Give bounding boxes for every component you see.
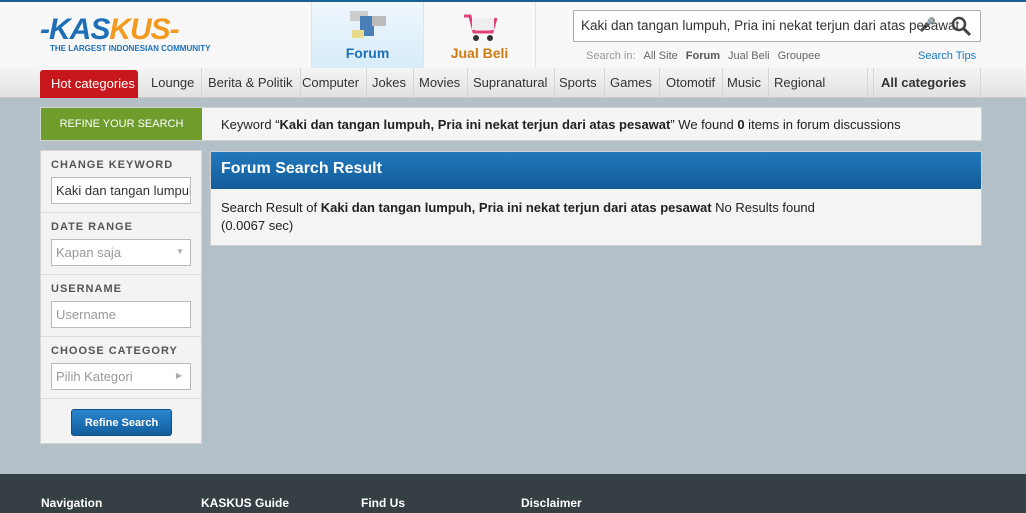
kaskus-logo[interactable]: -KASKUS- THE LARGEST INDONESIAN COMMUNIT… (40, 15, 210, 54)
nav-item[interactable]: Computer (295, 68, 368, 98)
scope-jual-beli[interactable]: Jual Beli (728, 50, 770, 62)
nav-item[interactable]: Movies (412, 68, 469, 98)
header: -KASKUS- THE LARGEST INDONESIAN COMMUNIT… (0, 0, 1026, 70)
nav-item[interactable]: Lounge (144, 68, 203, 98)
microphone-icon[interactable]: 🎤 (919, 17, 936, 33)
nav-item[interactable]: Games (603, 68, 660, 98)
category-nav: Hot categories Lounge Berita & Politik C… (0, 68, 1026, 119)
panel-title: Forum Search Result (211, 152, 981, 189)
tab-jual-beli[interactable]: Jual Beli (423, 2, 535, 70)
scope-groupee[interactable]: Groupee (778, 50, 821, 62)
keyword-summary: Keyword “Kaki dan tangan lumpuh, Pria in… (221, 117, 901, 132)
nav-item[interactable]: Otomotif (659, 68, 724, 98)
forum-icon (349, 11, 386, 38)
username-input[interactable]: Username (51, 301, 191, 328)
refine-sidebar: CHANGE KEYWORD Kaki dan tangan lumpuh DAT… (40, 150, 202, 444)
nav-item[interactable]: Berita & Politik (201, 68, 301, 98)
hot-categories[interactable]: Hot categories (40, 70, 138, 98)
search-tips-link[interactable]: Search Tips (918, 50, 976, 62)
caret-right-icon: ▶ (175, 371, 182, 380)
all-categories-dropdown[interactable]: All categories ▼ (873, 68, 981, 119)
caret-down-icon: ▼ (176, 247, 184, 256)
cart-icon (463, 14, 497, 41)
keyword-input[interactable]: Kaki dan tangan lumpuh (51, 177, 191, 204)
search-input[interactable]: Kaki dan tangan lumpuh, Pria ini nekat t… (573, 10, 981, 42)
date-range-select[interactable]: Kapan saja ▼ (51, 239, 191, 266)
scope-all-site[interactable]: All Site (644, 50, 678, 62)
nav-item[interactable]: Sports (552, 68, 605, 98)
search-scope: Search in: All Site Forum Jual Beli Groupee (586, 50, 821, 62)
nav-item[interactable]: Supranatural (466, 68, 556, 98)
refine-tab: REFINE YOUR SEARCH (41, 108, 202, 140)
search-icon[interactable] (950, 15, 972, 37)
forum-search-result: Forum Search Result Search Result of Kak… (210, 151, 982, 246)
nav-item[interactable]: Jokes (365, 68, 414, 98)
nav-item[interactable]: Music (720, 68, 769, 98)
footer: Navigation KASKUS Guide Find Us Disclaim… (0, 474, 1026, 513)
nav-item[interactable]: Regional (767, 68, 868, 98)
refine-search-button[interactable]: Refine Search (71, 409, 172, 436)
tab-forum[interactable]: Forum (311, 2, 423, 70)
category-select[interactable]: Pilih Kategori ▶ (51, 363, 191, 390)
scope-forum[interactable]: Forum (686, 50, 720, 62)
refine-bar: REFINE YOUR SEARCH Keyword “Kaki dan tan… (40, 107, 982, 141)
